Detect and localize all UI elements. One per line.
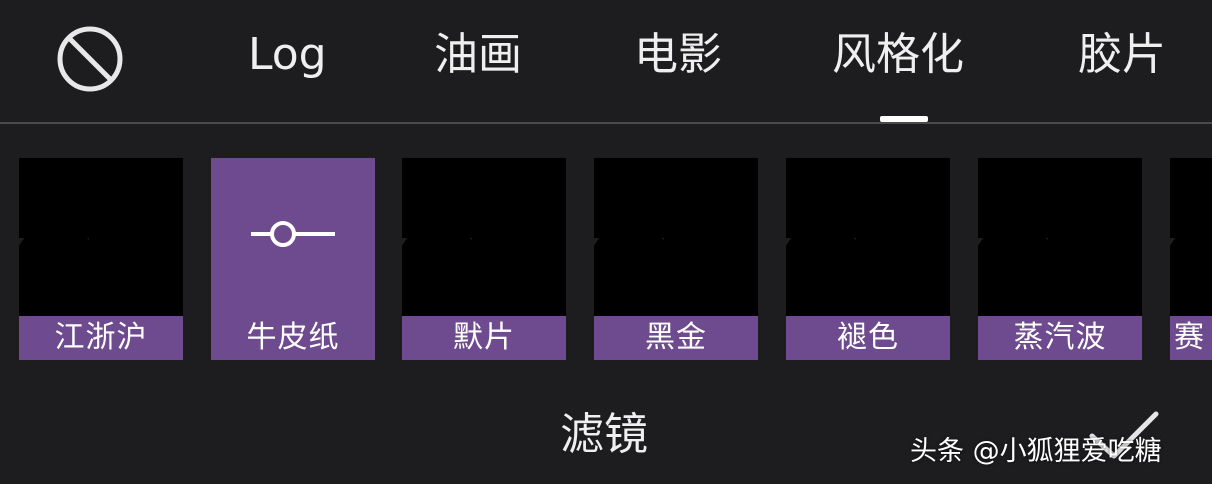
filter-thumbnail: .c .sky{fill:#5a5a5a}.c .ground{fill:#1b… xyxy=(594,158,758,316)
tab-film[interactable]: 胶片 xyxy=(1078,24,1166,86)
watermark: 头条 @小狐狸爱吃糖 xyxy=(910,436,1162,467)
panel-title: 滤镜 xyxy=(560,409,648,460)
filter-thumbnail: .b .sky{fill:#6c6c6c}.b .ground{fill:#1f… xyxy=(402,158,566,316)
filter-label: 默片 xyxy=(402,316,566,360)
filter-card-partial[interactable]: .f .sky{fill:#19b7c8}.f .ground{fill:#0e… xyxy=(1170,158,1212,360)
filter-strip: .a .sky{fill:#3c3d40}.a .ground{fill:#27… xyxy=(0,158,1212,360)
filter-label: 赛 xyxy=(1170,316,1212,360)
filter-card-kraft-paper[interactable]: 牛皮纸 xyxy=(211,158,375,360)
prohibited-icon xyxy=(57,26,123,92)
filter-label: 江浙沪 xyxy=(19,316,183,360)
filter-card-silent-film[interactable]: .b .sky{fill:#6c6c6c}.b .ground{fill:#1f… xyxy=(402,158,566,360)
filter-category-bar: Log 油画 电影 风格化 胶片 xyxy=(0,0,1212,122)
filter-thumbnail: .d .sky{fill:#8a8a8a}.d .ground{fill:#3a… xyxy=(786,158,950,316)
filter-thumbnail: .e .sky{fill:#3f67b8}.e .ground{fill:#1b… xyxy=(978,158,1142,316)
tab-oil-painting[interactable]: 油画 xyxy=(434,24,522,86)
divider xyxy=(0,122,1212,124)
filter-card-faded[interactable]: .d .sky{fill:#8a8a8a}.d .ground{fill:#3a… xyxy=(786,158,950,360)
no-filter-button[interactable] xyxy=(56,25,124,93)
filter-label: 褪色 xyxy=(786,316,950,360)
filter-thumbnail: .f .sky{fill:#19b7c8}.f .ground{fill:#0e… xyxy=(1170,158,1212,316)
tab-movie[interactable]: 电影 xyxy=(634,24,722,86)
tab-stylized[interactable]: 风格化 xyxy=(832,24,964,86)
filter-label: 蒸汽波 xyxy=(978,316,1142,360)
filter-card-black-gold[interactable]: .c .sky{fill:#5a5a5a}.c .ground{fill:#1b… xyxy=(594,158,758,360)
filter-thumbnail: .a .sky{fill:#3c3d40}.a .ground{fill:#27… xyxy=(19,158,183,316)
filter-card-jiangzhehu[interactable]: .a .sky{fill:#3c3d40}.a .ground{fill:#27… xyxy=(19,158,183,360)
filter-label: 牛皮纸 xyxy=(246,320,340,355)
adjust-slider-icon[interactable] xyxy=(251,214,335,254)
filter-label: 黑金 xyxy=(594,316,758,360)
filter-card-vaporwave[interactable]: .e .sky{fill:#3f67b8}.e .ground{fill:#1b… xyxy=(978,158,1142,360)
tab-log[interactable]: Log xyxy=(248,24,327,86)
